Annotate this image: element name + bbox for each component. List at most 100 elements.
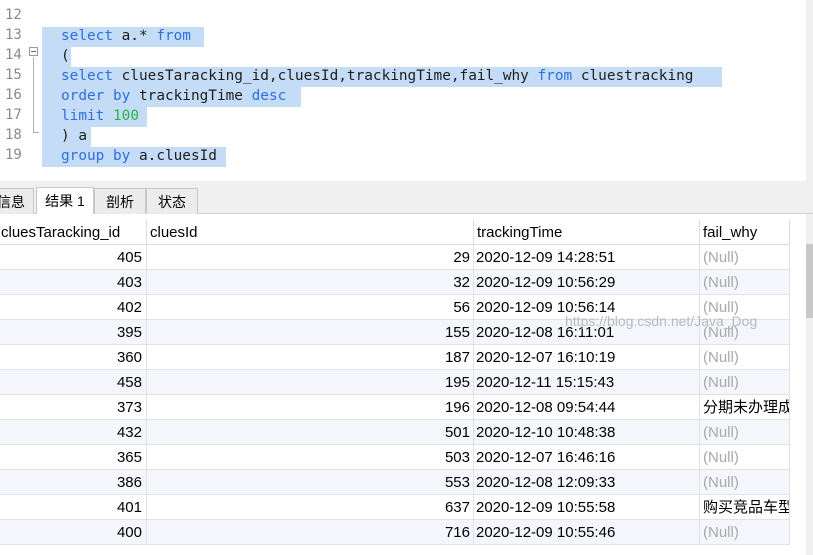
cell-cluesid[interactable]: 553: [147, 470, 474, 495]
sql-text: a.*: [112, 28, 157, 44]
cell-fail-why[interactable]: (Null): [700, 370, 790, 395]
cell-cluestaracking-id[interactable]: 432: [0, 420, 147, 445]
table-row[interactable]: 365 503 2020-12-07 16:46:16 (Null): [0, 445, 790, 470]
line-number: 16: [5, 87, 22, 103]
cell-fail-why[interactable]: 分期未办理成: [700, 395, 790, 420]
line-number: 18: [5, 127, 22, 143]
cell-cluestaracking-id[interactable]: 373: [0, 395, 147, 420]
fold-toggle-icon[interactable]: [29, 47, 38, 56]
sql-keyword: by: [113, 148, 131, 164]
code-line[interactable]: select cluesTaracking_id,cluesId,trackin…: [61, 67, 693, 86]
tab-profile[interactable]: 剖析: [94, 188, 146, 214]
cell-cluestaracking-id[interactable]: 458: [0, 370, 147, 395]
cell-fail-why[interactable]: (Null): [700, 270, 790, 295]
cell-fail-why[interactable]: (Null): [700, 420, 790, 445]
editor-scrollbar[interactable]: [806, 0, 813, 181]
code-line[interactable]: ) a: [61, 127, 87, 146]
cell-trackingtime[interactable]: 2020-12-09 10:55:58: [474, 495, 700, 520]
line-number: 13: [5, 27, 22, 43]
line-number: 14: [5, 47, 22, 63]
result-grid[interactable]: cluesTaracking_id cluesId trackingTime fail…: [0, 214, 813, 555]
code-line[interactable]: limit 100: [61, 107, 139, 126]
sql-keyword: from: [537, 68, 573, 84]
sql-keyword: from: [156, 28, 191, 44]
cell-cluesid[interactable]: 187: [147, 345, 474, 370]
fold-guide-end: [33, 132, 39, 133]
cell-cluesid[interactable]: 56: [147, 295, 474, 320]
cell-cluesid[interactable]: 196: [147, 395, 474, 420]
table-row[interactable]: 373 196 2020-12-08 09:54:44 分期未办理成: [0, 395, 790, 420]
column-header-cluesid[interactable]: cluesId: [147, 220, 474, 245]
line-number: 12: [5, 7, 22, 23]
sql-keyword: group: [61, 148, 105, 164]
column-header-fail-why[interactable]: fail_why: [700, 220, 790, 245]
cell-fail-why[interactable]: (Null): [700, 470, 790, 495]
cell-cluestaracking-id[interactable]: 386: [0, 470, 147, 495]
table-row[interactable]: 432 501 2020-12-10 10:48:38 (Null): [0, 420, 790, 445]
cell-trackingtime[interactable]: 2020-12-09 10:55:46: [474, 520, 700, 545]
column-header-trackingtime[interactable]: trackingTime: [474, 220, 700, 245]
sql-number: 100: [113, 108, 139, 124]
cell-trackingtime[interactable]: 2020-12-07 16:46:16: [474, 445, 700, 470]
sql-keyword: desc: [251, 88, 287, 104]
cell-cluesid[interactable]: 195: [147, 370, 474, 395]
cell-trackingtime[interactable]: 2020-12-08 12:09:33: [474, 470, 700, 495]
table-row[interactable]: 401 637 2020-12-09 10:55:58 购买竞品车型: [0, 495, 790, 520]
result-tabs: 信息 结果 1 剖析 状态: [0, 185, 813, 215]
cell-cluesid[interactable]: 155: [147, 320, 474, 345]
cell-fail-why[interactable]: (Null): [700, 520, 790, 545]
cell-fail-why[interactable]: 购买竞品车型: [700, 495, 790, 520]
line-number: 15: [5, 67, 22, 83]
fold-guide-line: [33, 57, 34, 133]
cell-cluesid[interactable]: 503: [147, 445, 474, 470]
sql-keyword: limit: [61, 108, 105, 124]
table-row[interactable]: 400 716 2020-12-09 10:55:46 (Null): [0, 520, 790, 545]
code-line[interactable]: group by a.cluesId: [61, 147, 217, 166]
sql-keyword: by: [113, 88, 131, 104]
code-line[interactable]: (: [61, 47, 70, 66]
code-line[interactable]: select a.* from: [61, 27, 191, 46]
cell-cluestaracking-id[interactable]: 401: [0, 495, 147, 520]
table-row[interactable]: 386 553 2020-12-08 12:09:33 (Null): [0, 470, 790, 495]
sql-keyword: order: [61, 88, 105, 104]
cell-cluestaracking-id[interactable]: 365: [0, 445, 147, 470]
column-header-cluestaracking-id[interactable]: cluesTaracking_id: [0, 220, 147, 245]
watermark: https://blog.csdn.net/Java_Dog: [565, 313, 758, 329]
sql-keyword: select: [61, 68, 113, 84]
cell-cluestaracking-id[interactable]: 405: [0, 245, 147, 270]
tab-info[interactable]: 信息: [0, 188, 34, 214]
cell-trackingtime[interactable]: 2020-12-11 15:15:43: [474, 370, 700, 395]
cell-cluesid[interactable]: 637: [147, 495, 474, 520]
sql-text: trackingTime: [130, 88, 252, 104]
table-row[interactable]: 360 187 2020-12-07 16:10:19 (Null): [0, 345, 790, 370]
cell-fail-why[interactable]: (Null): [700, 345, 790, 370]
cell-fail-why[interactable]: (Null): [700, 445, 790, 470]
sql-text: a.cluesId: [130, 148, 217, 164]
cell-trackingtime[interactable]: 2020-12-10 10:48:38: [474, 420, 700, 445]
line-number: 17: [5, 107, 22, 123]
cell-trackingtime[interactable]: 2020-12-09 10:56:29: [474, 270, 700, 295]
cell-cluesid[interactable]: 32: [147, 270, 474, 295]
cell-trackingtime[interactable]: 2020-12-09 14:28:51: [474, 245, 700, 270]
cell-cluestaracking-id[interactable]: 400: [0, 520, 147, 545]
cell-trackingtime[interactable]: 2020-12-08 09:54:44: [474, 395, 700, 420]
tab-result-1[interactable]: 结果 1: [36, 187, 94, 215]
line-number: 19: [5, 147, 22, 163]
cell-cluesid[interactable]: 29: [147, 245, 474, 270]
sql-editor[interactable]: 12 13 14 15 16 17 18 19 select a.* from (select c…: [0, 0, 813, 181]
tab-status[interactable]: 状态: [146, 188, 198, 214]
cell-cluestaracking-id[interactable]: 402: [0, 295, 147, 320]
cell-cluestaracking-id[interactable]: 360: [0, 345, 147, 370]
table-row[interactable]: 458 195 2020-12-11 15:15:43 (Null): [0, 370, 790, 395]
table-row[interactable]: 405 29 2020-12-09 14:28:51 (Null): [0, 245, 790, 270]
cell-cluestaracking-id[interactable]: 395: [0, 320, 147, 345]
cell-cluestaracking-id[interactable]: 403: [0, 270, 147, 295]
grid-scrollbar-thumb[interactable]: [806, 244, 813, 318]
cell-cluesid[interactable]: 716: [147, 520, 474, 545]
cell-cluesid[interactable]: 501: [147, 420, 474, 445]
table-row[interactable]: 403 32 2020-12-09 10:56:29 (Null): [0, 270, 790, 295]
cell-fail-why[interactable]: (Null): [700, 245, 790, 270]
cell-trackingtime[interactable]: 2020-12-07 16:10:19: [474, 345, 700, 370]
code-line[interactable]: order by trackingTime desc: [61, 87, 286, 106]
